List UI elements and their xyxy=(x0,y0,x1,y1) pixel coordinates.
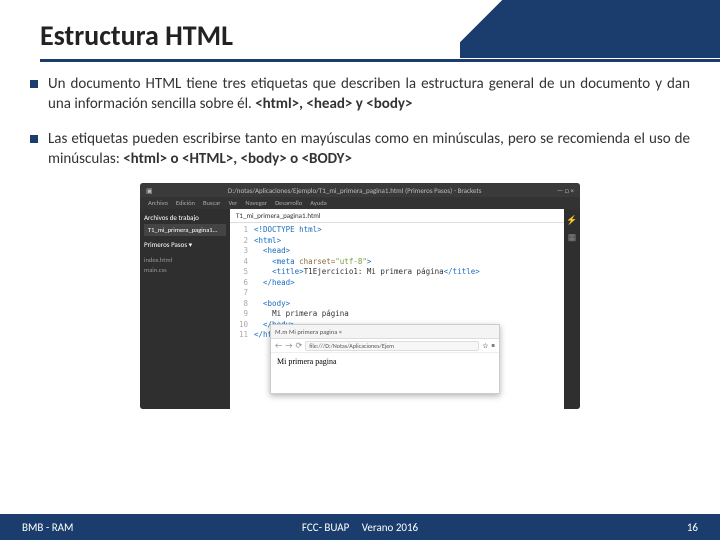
bullet-text: Las etiquetas pueden escribirse tanto en… xyxy=(48,129,690,170)
editor-titlebar-path: D:/notas/Aplicaciones/Ejemplo/T1_mi_prim… xyxy=(228,186,482,195)
browser-page-body: Mi primera pagina xyxy=(271,353,499,370)
menu-item[interactable]: Edición xyxy=(176,199,195,207)
sidebar-file-list: index.html main.css xyxy=(144,255,226,275)
slide-title: Estructura HTML xyxy=(40,18,720,53)
footer-center-right: Verano 2016 xyxy=(362,521,418,534)
browser-tab-title: M.m Mi primera pagina × xyxy=(275,328,342,336)
window-icon: ▣ xyxy=(146,186,153,195)
browser-overlay: M.m Mi primera pagina × ← → ⟳ file:///D:… xyxy=(270,324,500,394)
menu-item[interactable]: Navegar xyxy=(245,199,267,207)
editor-right-rail: ⚡ ▦ xyxy=(564,209,580,409)
menu-item[interactable]: Buscar xyxy=(203,199,221,207)
extensions-icon[interactable]: ▦ xyxy=(568,232,577,243)
browser-url-field[interactable]: file:///D:/Notas/Aplicaciones/Ejem xyxy=(305,341,479,351)
editor-screenshot: ▣ D:/notas/Aplicaciones/Ejemplo/T1_mi_pr… xyxy=(140,183,580,409)
menu-item[interactable]: Desarrollo xyxy=(275,199,302,207)
bullet-text: Un documento HTML tiene tres etiquetas q… xyxy=(48,74,690,115)
browser-tab[interactable]: M.m Mi primera pagina × xyxy=(271,325,499,339)
editor-file-tab[interactable]: T1_mi_primera_pagina1.html xyxy=(230,209,564,223)
bullet-item: Las etiquetas pueden escribirse tanto en… xyxy=(30,129,690,170)
slide-footer: BMB - RAM FCC- BUAP Verano 2016 16 xyxy=(0,514,720,540)
sidebar-project-name[interactable]: Primeros Pasos ▾ xyxy=(144,240,226,249)
forward-icon[interactable]: → xyxy=(285,341,292,351)
sidebar-file[interactable]: index.html xyxy=(144,255,226,265)
sidebar-active-file[interactable]: T1_mi_primera_pagina1... xyxy=(144,224,226,236)
editor-titlebar: ▣ D:/notas/Aplicaciones/Ejemplo/T1_mi_pr… xyxy=(140,183,580,197)
sidebar-section-label: Archivos de trabajo xyxy=(144,213,226,222)
title-underline xyxy=(40,59,720,62)
editor-main: T1_mi_primera_pagina1.html 1<!DOCTYPE ht… xyxy=(230,209,564,409)
browser-urlbar: ← → ⟳ file:///D:/Notas/Aplicaciones/Ejem… xyxy=(271,339,499,353)
footer-center-left: FCC- BUAP xyxy=(302,521,349,534)
footer-center: FCC- BUAP Verano 2016 xyxy=(0,521,720,534)
back-icon[interactable]: ← xyxy=(275,341,282,351)
bullet-square-icon xyxy=(30,135,38,143)
editor-menubar: Archivo Edición Buscar Ver Navegar Desar… xyxy=(140,197,580,209)
editor-body: Archivos de trabajo T1_mi_primera_pagina… xyxy=(140,209,580,409)
editor-sidebar: Archivos de trabajo T1_mi_primera_pagina… xyxy=(140,209,230,409)
star-icon[interactable]: ☆ xyxy=(482,341,488,350)
slide-content: Un documento HTML tiene tres etiquetas q… xyxy=(0,62,720,409)
menu-item[interactable]: Ver xyxy=(229,199,238,207)
menu-icon[interactable]: ≡ xyxy=(492,341,496,350)
bullet-bold: <html>, <head> y <body> xyxy=(255,95,412,113)
reload-icon[interactable]: ⟳ xyxy=(296,341,303,351)
menu-item[interactable]: Archivo xyxy=(148,199,168,207)
bullet-item: Un documento HTML tiene tres etiquetas q… xyxy=(30,74,690,115)
live-preview-icon[interactable]: ⚡ xyxy=(566,215,577,226)
menu-item[interactable]: Ayuda xyxy=(310,199,327,207)
bullet-square-icon xyxy=(30,80,38,88)
window-controls: — □ × xyxy=(557,186,574,195)
sidebar-file[interactable]: main.css xyxy=(144,265,226,275)
bullet-bold: <html> o <HTML>, <body> o <BODY> xyxy=(123,150,352,168)
slide-header: Estructura HTML xyxy=(0,0,720,62)
